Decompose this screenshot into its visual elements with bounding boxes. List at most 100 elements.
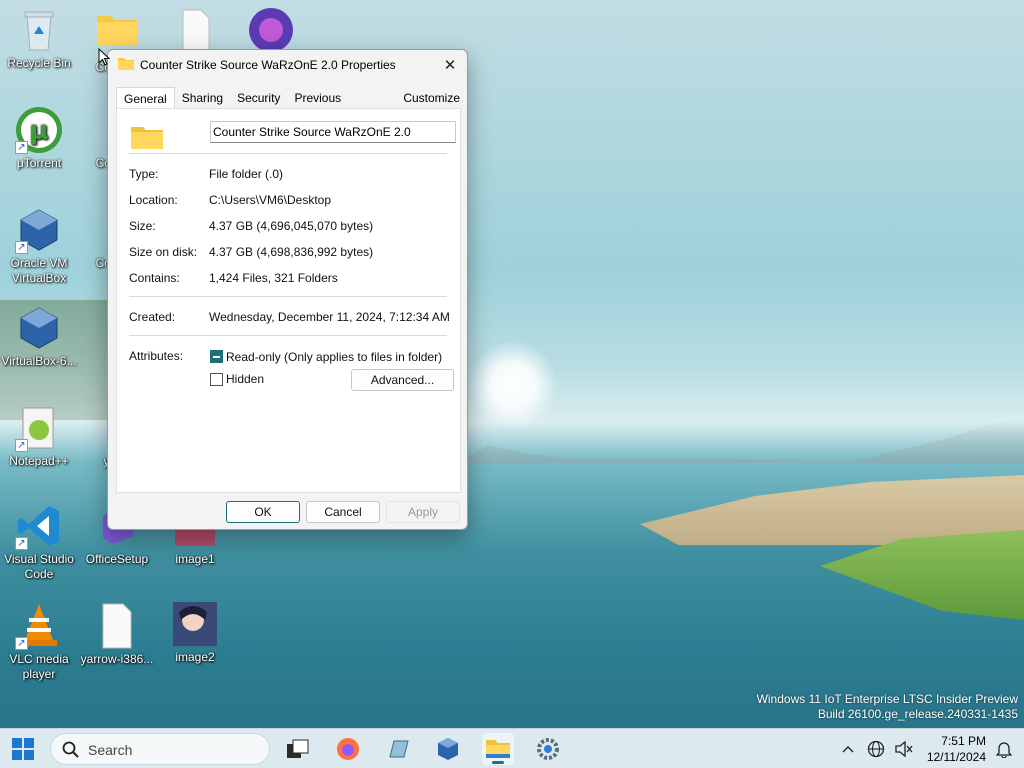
file-icon [171,6,219,54]
globe-icon [867,740,885,758]
apply-button[interactable]: Apply [386,501,460,523]
ok-button[interactable]: OK [226,501,300,523]
size-value: 4.37 GB (4,696,045,070 bytes) [209,219,374,233]
shortcut-arrow-icon: ↗ [15,439,28,452]
type-label: Type: [129,167,159,181]
hidden-label: Hidden [226,372,265,386]
contains-value: 1,424 Files, 321 Folders [209,271,338,285]
readonly-checkbox[interactable] [210,350,223,363]
vscode-icon: ↗ [15,502,63,550]
tab-previous-versions[interactable]: Previous Versions [287,87,396,121]
watermark-line-2: Build 26100.ge_release.240331-1435 [817,707,1018,721]
virtualbox-icon [438,738,458,760]
tab-customize[interactable]: Customize [396,87,467,109]
taskbar-settings[interactable] [532,733,564,765]
taskbar-firefox[interactable] [332,733,364,765]
divider [129,335,447,336]
wallpaper-hills [460,418,1024,463]
hidden-checkbox[interactable] [210,373,223,386]
taskbar-clock[interactable]: 7:51 PM 12/11/2024 [922,733,986,765]
settings-gear-icon [537,738,559,760]
taskbar-file-explorer[interactable] [482,733,514,765]
attributes-label: Attributes: [129,349,184,363]
chevron-up-icon [842,746,854,753]
advanced-button[interactable]: Advanced... [351,369,454,391]
bell-icon [996,742,1012,758]
general-panel: Counter Strike Source WaRzOnE 2.0 Type: … [116,108,461,493]
notifications-button[interactable] [990,733,1018,765]
readonly-label: Read-only (Only applies to files in fold… [226,350,443,364]
speaker-muted-icon [895,740,913,758]
taskbar-virtualbox[interactable] [432,733,464,765]
location-label: Location: [129,193,178,207]
size-on-disk-value: 4.37 GB (4,698,836,992 bytes) [209,245,374,259]
taskbar-notepad[interactable] [382,733,414,765]
desktop-icon-label: image2 [175,650,215,664]
desktop-icon-notepadpp[interactable]: ↗ Notepad++ [0,404,78,469]
show-hidden-icons-button[interactable] [836,733,860,765]
file-icon [93,602,141,650]
start-button[interactable] [7,733,39,765]
watermark-line-1: Windows 11 IoT Enterprise LTSC Insider P… [756,692,1018,706]
network-tray[interactable] [862,733,890,765]
desktop-icon-label: VLC media player [9,652,69,681]
tab-security[interactable]: Security [230,87,287,109]
dialog-title: Counter Strike Source WaRzOnE 2.0 Proper… [140,58,396,72]
vlc-icon: ↗ [15,602,63,650]
file-explorer-icon [486,740,510,758]
desktop-icon-label: VirtualBox-6... [1,354,77,368]
properties-dialog: Counter Strike Source WaRzOnE 2.0 Proper… [107,49,468,530]
desktop-icon-label: OfficeSetup [85,552,149,566]
clock-time: 7:51 PM [941,734,986,748]
search-icon [62,741,79,758]
tab-bar: General Sharing Security Previous Versio… [116,87,467,121]
task-view-icon [287,739,309,758]
cancel-button[interactable]: Cancel [306,501,380,523]
desktop-icon-label: yarrow-i386... [80,652,154,666]
image-icon [171,600,219,648]
dialog-titlebar[interactable]: Counter Strike Source WaRzOnE 2.0 Proper… [108,50,467,80]
location-value: C:\Users\VM6\Desktop [209,193,332,207]
tab-sharing[interactable]: Sharing [175,87,230,109]
notepadpp-icon: ↗ [15,404,63,452]
mouse-cursor-icon [98,47,111,69]
contains-label: Contains: [129,271,180,285]
tab-general[interactable]: General [116,87,175,109]
taskbar: Search 7:51 PM 12/11/2024 [0,728,1024,768]
wallpaper-sun [468,340,558,430]
svg-text:µ: µ [29,116,48,146]
recycle-bin-icon [15,6,63,54]
firefox-icon [337,738,359,760]
desktop-icon-utorrent[interactable]: µ ↗ μTorrent [0,106,78,171]
search-placeholder: Search [88,742,133,758]
virtualbox-icon: ↗ [15,206,63,254]
desktop-icon-yarrow-iso[interactable]: yarrow-i386... [78,602,156,667]
task-view-button[interactable] [282,733,314,765]
desktop-icon-virtualbox-installer[interactable]: VirtualBox-6... [0,304,78,369]
divider [129,153,447,154]
desktop-icon-image2[interactable]: image2 [156,600,234,665]
shortcut-arrow-icon: ↗ [15,241,28,254]
folder-icon [131,125,163,152]
desktop-icon-recycle-bin[interactable]: Recycle Bin [0,6,78,71]
divider [129,296,447,297]
clock-date: 12/11/2024 [926,750,986,764]
volume-tray[interactable] [890,733,918,765]
type-value: File folder (.0) [209,167,284,181]
desktop-icon-virtualbox[interactable]: ↗ Oracle VM VirtualBox [0,206,78,286]
shortcut-arrow-icon: ↗ [15,637,28,650]
virtualbox-icon [15,304,63,352]
folder-name-input[interactable]: Counter Strike Source WaRzOnE 2.0 [210,121,456,143]
app-icon [247,6,295,54]
os-watermark: Windows 11 IoT Enterprise LTSC Insider P… [757,692,1018,722]
desktop-icon-vscode[interactable]: ↗ Visual Studio Code [0,502,78,582]
desktop-icon-label: Notepad++ [9,454,69,468]
windows-logo-icon [12,738,34,760]
notepad-icon [389,740,409,758]
desktop-icon-vlc[interactable]: ↗ VLC media player [0,602,78,682]
size-on-disk-label: Size on disk: [129,245,198,259]
close-icon[interactable]: ✕ [441,56,459,74]
desktop-icon-label: Oracle VM VirtualBox [10,256,68,285]
shortcut-arrow-icon: ↗ [15,141,28,154]
taskbar-search-box[interactable]: Search [50,733,270,765]
